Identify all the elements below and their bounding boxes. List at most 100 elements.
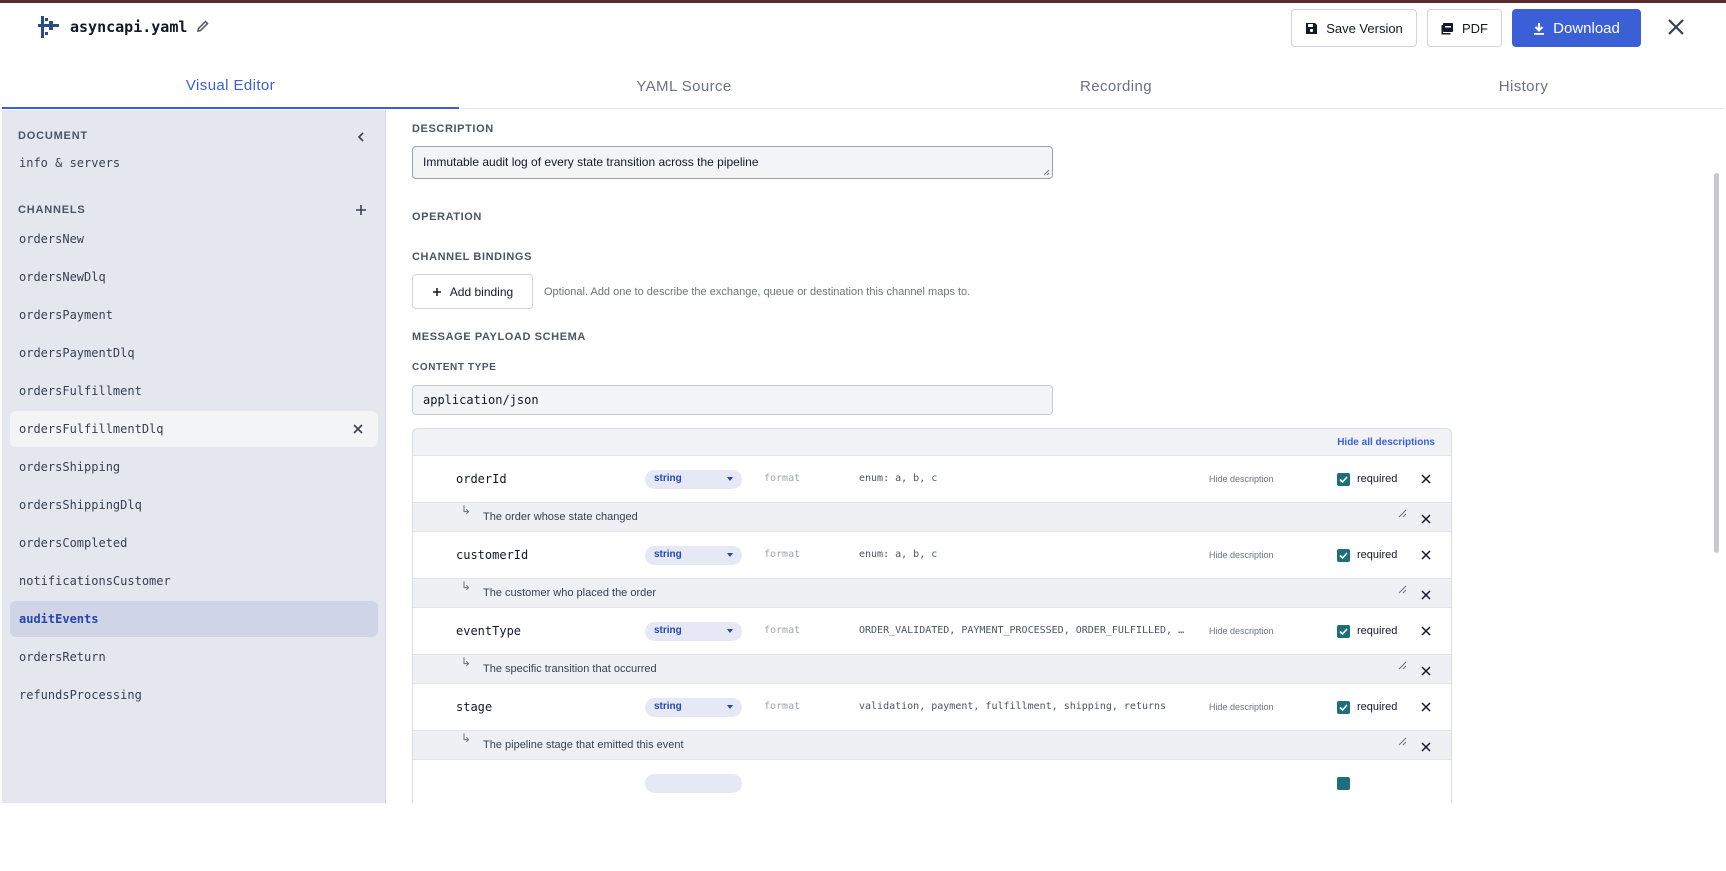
property-row-stage: stage string format validation, payment,… [413,685,1451,730]
required-label: required [1357,549,1398,561]
hide-all-descriptions-link[interactable]: Hide all descriptions [1337,437,1435,448]
content-type-value: application/json [423,393,539,407]
close-icon[interactable] [1664,15,1688,39]
resize-grip-icon[interactable] [1398,585,1407,594]
remove-description-icon[interactable] [1420,513,1432,525]
format-field[interactable]: format [764,701,800,712]
sidebar-item-ordersPayment[interactable]: ordersPayment [10,297,378,333]
sidebar-item-label: ordersShippingDlq [19,498,142,512]
collapse-chevron-left-icon[interactable] [354,130,368,144]
property-description-row: ↳ The order whose state changed [413,502,1451,532]
property-name[interactable]: stage [456,700,492,714]
remove-description-icon[interactable] [1420,589,1432,601]
format-field[interactable]: format [764,625,800,636]
nested-arrow-icon: ↳ [461,731,472,745]
required-label: required [1357,473,1398,485]
sidebar-item-ordersPaymentDlq[interactable]: ordersPaymentDlq [10,335,378,371]
sidebar-item-ordersFulfillmentDlq[interactable]: ordersFulfillmentDlq [10,411,378,447]
sidebar-item-label: ordersCompleted [19,536,128,550]
pdf-button[interactable]: PDF [1427,9,1502,47]
sidebar-item-info-servers[interactable]: info & servers [10,145,378,181]
resize-grip-icon[interactable] [1398,737,1407,746]
tab-yaml-source[interactable]: YAML Source [459,63,909,109]
sidebar-item-label: info & servers [19,156,121,170]
property-name[interactable]: customerId [456,548,528,562]
resize-grip-icon[interactable] [1398,509,1407,518]
add-channel-plus-icon[interactable] [354,203,368,217]
required-checkbox-checked-icon[interactable] [1337,701,1350,714]
caret-down-icon [727,477,733,481]
description-label: DESCRIPTION [412,123,494,135]
sidebar-item-label: auditEvents [19,612,99,626]
hide-description-link[interactable]: Hide description [1209,702,1274,712]
schema-table-header: Hide all descriptions [413,429,1451,456]
property-description[interactable]: The specific transition that occurred [483,663,657,675]
enum-field[interactable]: enum: a, b, c [859,549,1189,560]
content-type-input[interactable]: application/json [412,385,1053,415]
nested-arrow-icon: ↳ [461,655,472,669]
sidebar-item-label: ordersPaymentDlq [19,346,135,360]
type-select[interactable]: string [645,698,742,717]
enum-field[interactable]: enum: a, b, c [859,473,1189,484]
sidebar-item-ordersNew[interactable]: ordersNew [10,221,378,257]
type-value: string [654,701,682,712]
remove-property-icon[interactable] [1420,625,1432,637]
required-checkbox-checked-icon[interactable] [1337,625,1350,638]
sidebar-item-ordersShipping[interactable]: ordersShipping [10,449,378,485]
property-description[interactable]: The customer who placed the order [483,587,656,599]
hide-description-link[interactable]: Hide description [1209,626,1274,636]
sidebar-item-refundsProcessing[interactable]: refundsProcessing [10,677,378,713]
payload-schema-label: MESSAGE PAYLOAD SCHEMA [412,331,586,343]
property-name[interactable]: orderId [456,472,507,486]
format-field[interactable]: format [764,473,800,484]
type-select[interactable]: string [645,470,742,489]
sidebar-item-ordersShippingDlq[interactable]: ordersShippingDlq [10,487,378,523]
property-description[interactable]: The pipeline stage that emitted this eve… [483,739,684,751]
add-binding-button[interactable]: Add binding [412,274,533,309]
pencil-edit-icon[interactable] [195,18,211,34]
required-checkbox-checked-icon[interactable] [1337,473,1350,486]
tab-history[interactable]: History [1323,63,1724,109]
remove-description-icon[interactable] [1420,665,1432,677]
type-select[interactable]: string [645,622,742,641]
format-field[interactable]: format [764,549,800,560]
hide-description-link[interactable]: Hide description [1209,474,1274,484]
hide-description-link[interactable]: Hide description [1209,550,1274,560]
sidebar-item-ordersReturn[interactable]: ordersReturn [10,639,378,675]
remove-description-icon[interactable] [1420,741,1432,753]
type-select[interactable]: string [645,546,742,565]
save-version-label: Save Version [1326,20,1403,36]
property-description-row: ↳ The customer who placed the order [413,578,1451,608]
remove-property-icon[interactable] [1420,473,1432,485]
vertical-scrollbar[interactable] [1714,173,1719,553]
enum-field[interactable]: ORDER_VALIDATED, PAYMENT_PROCESSED, ORDE… [859,625,1189,636]
sidebar-item-auditEvents[interactable]: auditEvents [10,601,378,637]
type-select[interactable] [645,774,742,793]
required-checkbox-checked-icon[interactable] [1337,549,1350,562]
sidebar-item-ordersFulfillment[interactable]: ordersFulfillment [10,373,378,409]
remove-property-icon[interactable] [1420,549,1432,561]
resize-grip-icon[interactable] [1043,169,1050,176]
download-label: Download [1553,19,1620,37]
type-value: string [654,549,682,560]
description-textarea[interactable]: Immutable audit log of every state trans… [412,146,1053,179]
delete-channel-icon[interactable] [351,422,365,436]
enum-field[interactable]: validation, payment, fulfillment, shippi… [859,701,1189,712]
sidebar-item-ordersNewDlq[interactable]: ordersNewDlq [10,259,378,295]
caret-down-icon [727,629,733,633]
resize-grip-icon[interactable] [1398,661,1407,670]
download-button[interactable]: Download [1512,9,1641,47]
property-description[interactable]: The order whose state changed [483,511,638,523]
sidebar-item-label: ordersFulfillmentDlq [19,422,164,436]
sidebar-item-label: notificationsCustomer [19,574,171,588]
property-name[interactable]: eventType [456,624,521,638]
tab-recording[interactable]: Recording [909,63,1323,109]
remove-property-icon[interactable] [1420,701,1432,713]
save-version-button[interactable]: Save Version [1291,9,1417,47]
payload-schema-table: Hide all descriptions orderId string for… [412,428,1452,803]
sidebar-item-notificationsCustomer[interactable]: notificationsCustomer [10,563,378,599]
required-checkbox-checked-icon[interactable] [1337,777,1350,790]
sidebar-item-ordersCompleted[interactable]: ordersCompleted [10,525,378,561]
property-row-partial [413,761,1451,803]
tab-visual-editor[interactable]: Visual Editor [2,63,459,109]
